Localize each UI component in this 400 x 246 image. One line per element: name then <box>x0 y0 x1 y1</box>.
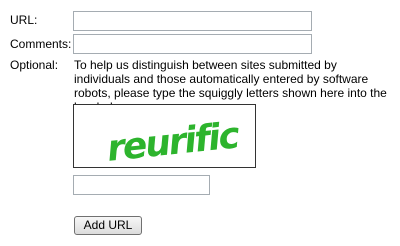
add-url-button[interactable]: Add URL <box>74 216 142 235</box>
captcha-image: reurific <box>73 104 256 168</box>
comments-input[interactable] <box>73 34 312 54</box>
comments-label: Comments: <box>10 37 72 51</box>
captcha-graphic: reurific <box>105 115 241 167</box>
url-input[interactable] <box>73 11 312 31</box>
url-label: URL: <box>10 13 38 27</box>
optional-label: Optional: <box>10 58 59 72</box>
add-url-form: URL: Comments: Optional: To help us dist… <box>0 0 400 246</box>
captcha-text: reurific <box>105 115 241 167</box>
captcha-input[interactable] <box>73 175 210 195</box>
